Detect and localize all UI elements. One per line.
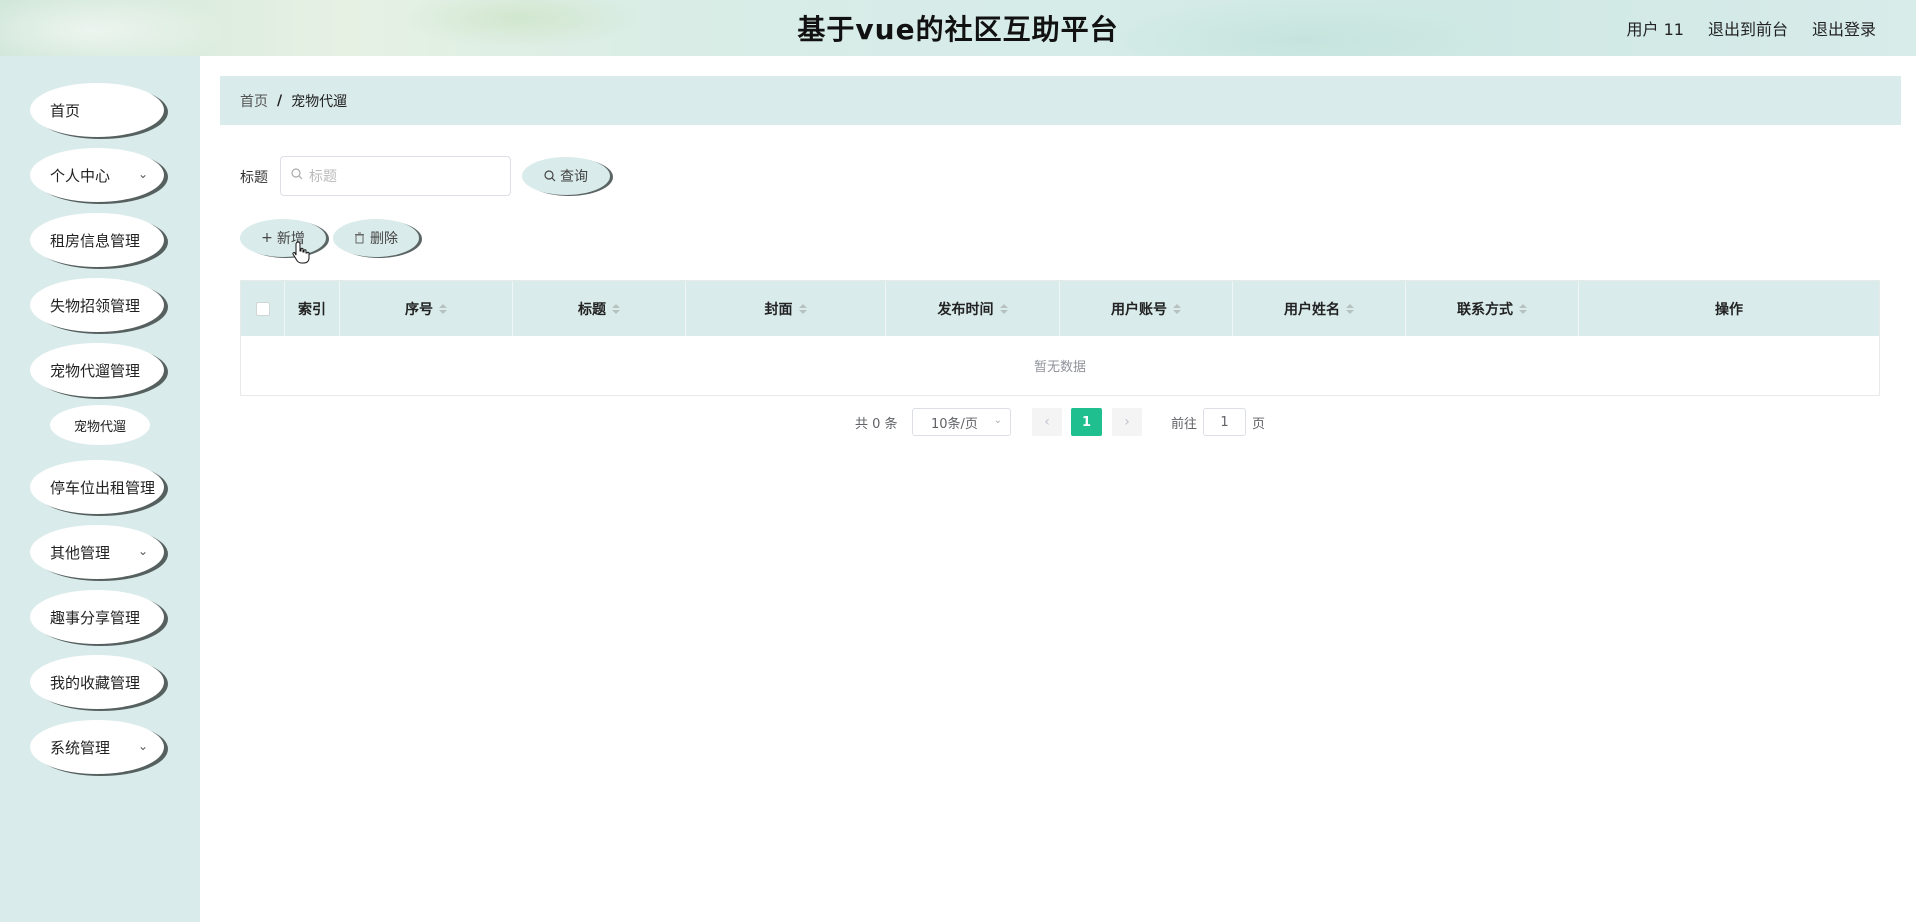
goto-label: 前往	[1171, 416, 1198, 432]
column-header[interactable]: 联系方式	[1406, 281, 1579, 336]
sidebar-item-other[interactable]: 其他管理 ⌄	[30, 525, 164, 579]
search-icon	[291, 168, 303, 184]
trash-icon	[354, 232, 365, 244]
select-all-cell	[241, 281, 285, 336]
logout-link[interactable]: 退出登录	[1812, 16, 1876, 40]
sidebar-item-system[interactable]: 系统管理 ⌄	[30, 720, 164, 774]
delete-button-label: 删除	[370, 231, 398, 247]
chevron-down-icon: ⌄	[993, 415, 1002, 426]
chevron-left-icon: ‹	[1044, 414, 1050, 430]
exit-to-front-link[interactable]: 退出到前台	[1708, 16, 1788, 40]
sidebar-item-label: 停车位出租管理	[50, 478, 156, 497]
column-header[interactable]: 发布时间	[886, 281, 1060, 336]
column-header[interactable]: 序号	[340, 281, 513, 336]
column-header[interactable]: 标题	[513, 281, 686, 336]
sidebar-item-pet-walking[interactable]: 宠物代遛管理	[30, 343, 164, 397]
sort-icon[interactable]	[1173, 303, 1181, 314]
breadcrumb-separator: /	[277, 92, 283, 109]
prev-page-button[interactable]: ‹	[1032, 408, 1062, 436]
search-placeholder: 标题	[309, 169, 337, 185]
sidebar-item-profile[interactable]: 个人中心 ⌄	[30, 148, 164, 202]
add-button[interactable]: + 新增	[240, 219, 326, 257]
data-table: 索引 序号 标题 封面 发布时间 用户账号 用户姓名 联系方式 操作 暂无数据	[240, 280, 1880, 396]
page-size-select[interactable]: 10条/页 ⌄	[912, 408, 1011, 436]
chevron-right-icon: ›	[1124, 414, 1130, 430]
top-header: 基于vue的社区互助平台 用户 11 退出到前台 退出登录	[0, 0, 1916, 56]
column-label: 标题	[578, 301, 606, 318]
sidebar-item-rental[interactable]: 租房信息管理	[30, 213, 164, 267]
sidebar-item-label: 宠物代遛管理	[50, 361, 141, 380]
sort-icon[interactable]	[439, 303, 447, 314]
search-label: 标题	[240, 170, 268, 186]
sort-icon[interactable]	[999, 303, 1008, 314]
current-user: 用户 11	[1626, 20, 1684, 39]
sort-icon[interactable]	[1519, 303, 1527, 314]
sidebar-item-label: 首页	[50, 101, 81, 120]
breadcrumb: 首页 / 宠物代遛	[220, 76, 1901, 125]
sort-icon[interactable]	[798, 303, 807, 314]
table-header: 索引 序号 标题 封面 发布时间 用户账号 用户姓名 联系方式 操作	[241, 281, 1879, 336]
page-suffix: 页	[1252, 416, 1266, 432]
sidebar-item-label: 我的收藏管理	[50, 673, 141, 692]
breadcrumb-current: 宠物代遛	[291, 93, 348, 110]
sidebar-item-label: 租房信息管理	[50, 231, 141, 250]
sidebar: 首页 个人中心 ⌄ 租房信息管理 失物招领管理 宠物代遛管理 宠物代遛 停车位出…	[0, 56, 200, 922]
sidebar-item-fun-share[interactable]: 趣事分享管理	[30, 590, 164, 644]
chevron-down-icon: ⌄	[137, 739, 148, 753]
sidebar-item-label: 个人中心	[50, 166, 111, 185]
column-label: 联系方式	[1457, 301, 1513, 318]
pagination-total: 共 0 条	[855, 416, 898, 432]
chevron-down-icon: ⌄	[137, 167, 148, 181]
sidebar-item-label: 趣事分享管理	[50, 608, 141, 627]
column-header[interactable]: 用户姓名	[1233, 281, 1406, 336]
sidebar-item-label: 其他管理	[50, 543, 111, 562]
breadcrumb-home[interactable]: 首页	[240, 91, 268, 111]
sidebar-item-parking[interactable]: 停车位出租管理	[30, 460, 164, 514]
delete-button[interactable]: 删除	[333, 219, 419, 257]
next-page-button[interactable]: ›	[1112, 408, 1142, 436]
column-label: 操作	[1715, 301, 1743, 318]
sidebar-subitem-pet-walking[interactable]: 宠物代遛	[50, 405, 150, 445]
hand-cursor-icon	[292, 241, 310, 269]
column-label: 封面	[764, 301, 793, 318]
sort-icon[interactable]	[612, 303, 620, 314]
goto-page-input[interactable]: 1	[1203, 408, 1246, 436]
query-button-label: 查询	[560, 169, 588, 185]
column-label: 用户账号	[1111, 301, 1167, 318]
column-label: 序号	[405, 301, 433, 318]
select-all-checkbox[interactable]	[255, 301, 270, 316]
sidebar-item-favorites[interactable]: 我的收藏管理	[30, 655, 164, 709]
sidebar-item-label: 系统管理	[50, 738, 111, 757]
column-label: 用户姓名	[1284, 301, 1340, 318]
sidebar-item-label: 失物招领管理	[50, 296, 141, 315]
search-input[interactable]: 标题	[280, 156, 511, 196]
column-header: 操作	[1579, 281, 1879, 336]
query-button[interactable]: 查询	[522, 157, 610, 195]
column-header[interactable]: 用户账号	[1060, 281, 1233, 336]
sidebar-item-home[interactable]: 首页	[30, 83, 164, 137]
column-label: 发布时间	[937, 301, 994, 318]
header-links: 用户 11 退出到前台 退出登录	[1627, 16, 1876, 40]
column-header[interactable]: 封面	[686, 281, 886, 336]
sidebar-item-lost-found[interactable]: 失物招领管理	[30, 278, 164, 332]
sort-icon[interactable]	[1346, 303, 1354, 314]
empty-state: 暂无数据	[1033, 360, 1086, 375]
column-label: 索引	[298, 301, 326, 318]
page-size-value: 10条/页	[931, 416, 978, 432]
search-icon	[544, 170, 556, 182]
chevron-down-icon: ⌄	[137, 544, 148, 558]
page-number-current[interactable]: 1	[1071, 408, 1102, 436]
column-header: 索引	[285, 281, 340, 336]
plus-icon: +	[261, 230, 273, 246]
